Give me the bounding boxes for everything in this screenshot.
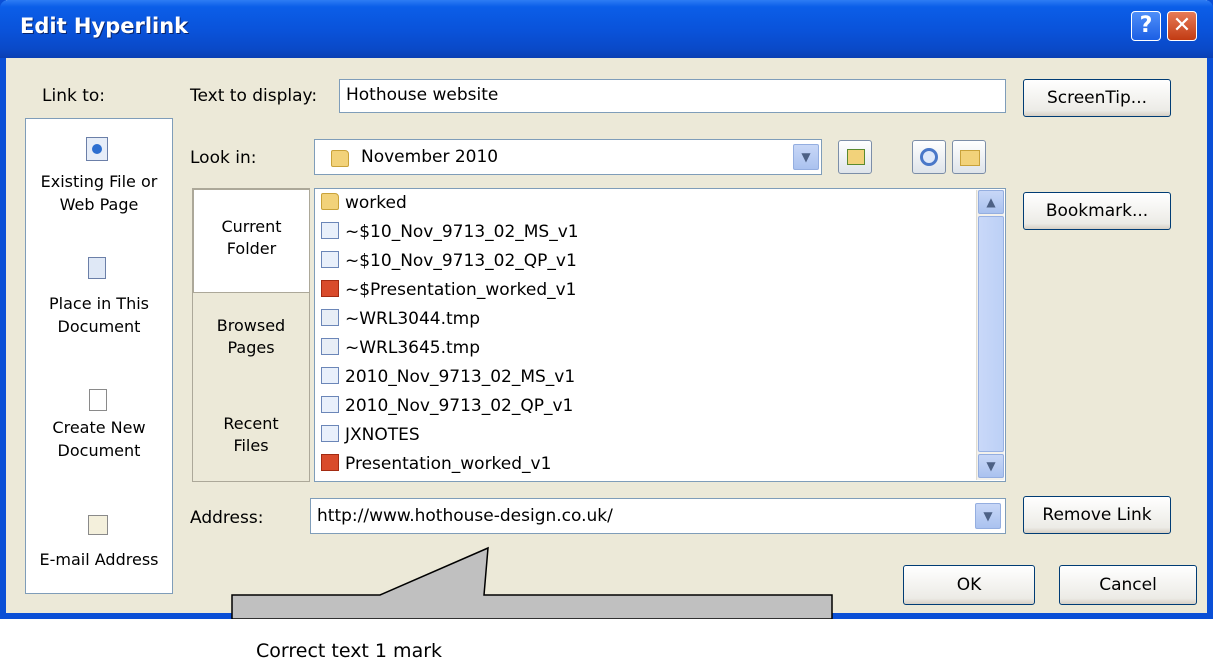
callout-text: Correct text 1 mark (256, 640, 443, 662)
callout-shape (231, 546, 833, 619)
callout-annotation (231, 546, 833, 619)
